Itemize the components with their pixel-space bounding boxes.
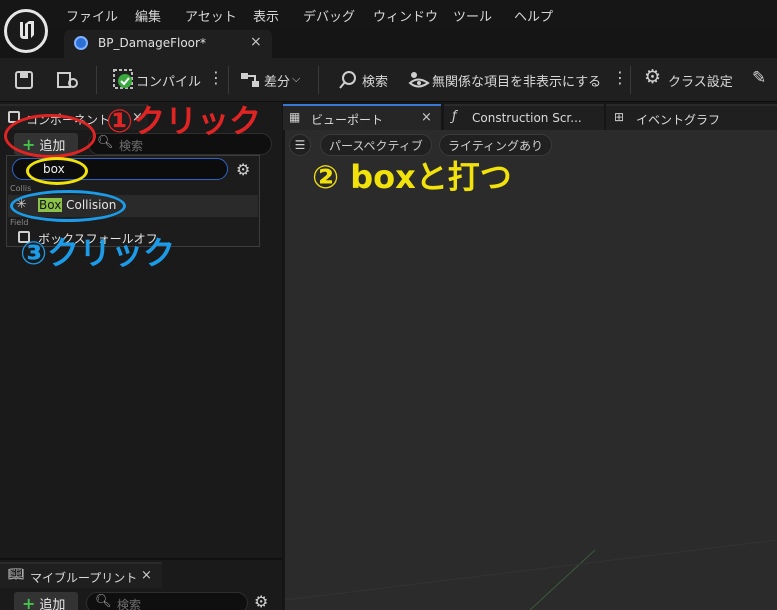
search-icon: 🔍︎ (95, 594, 112, 609)
gear-icon[interactable]: ⚙ (254, 592, 268, 610)
browse-icon[interactable] (56, 70, 80, 90)
class-settings-button[interactable]: クラス設定 (668, 71, 733, 90)
step3-annotation: ③クリック (20, 234, 176, 272)
menu-file[interactable]: ファイル (66, 6, 118, 25)
diff-button[interactable]: 差分 (264, 71, 290, 90)
step2-highlight-ring (26, 157, 88, 185)
search-placeholder: 検索 (117, 598, 142, 610)
hide-unrelated-icon[interactable] (408, 70, 430, 90)
event-graph-tab-label: イベントグラフ (636, 113, 721, 127)
blueprint-icon (74, 36, 88, 50)
unreal-logo-icon[interactable] (4, 9, 48, 53)
gear-icon[interactable]: ⚙ (644, 66, 661, 88)
step1-highlight-ring (4, 114, 96, 158)
construction-script-tab[interactable]: ƒ Construction Scr... (444, 104, 604, 130)
step3-highlight-ring (10, 190, 126, 222)
viewport-tab-label: ビューポート (311, 113, 384, 127)
menu-view[interactable]: 表示 (253, 6, 279, 25)
construction-script-tab-label: Construction Scr... (472, 111, 582, 125)
close-icon[interactable]: × (141, 568, 152, 583)
toolbar-divider (318, 66, 319, 94)
category-field: Field (10, 218, 29, 227)
event-graph-tab[interactable]: ⊞ イベントグラフ (606, 104, 777, 130)
viewport-tab[interactable]: ▦ ビューポート × (283, 104, 441, 130)
step1-annotation: ①クリック (106, 102, 262, 140)
document-tab[interactable]: BP_DamageFloor* × (64, 30, 272, 58)
more-options-icon[interactable]: ⋮ (612, 68, 628, 87)
menu-edit[interactable]: 編集 (135, 6, 161, 25)
my-blueprint-tab-label: マイブループリント (30, 571, 138, 585)
plus-icon: + (22, 593, 36, 610)
menu-asset[interactable]: アセット (185, 6, 237, 25)
close-icon[interactable]: × (421, 110, 432, 125)
add-label: 追加 (39, 597, 66, 610)
menu-window[interactable]: ウィンドウ (373, 6, 438, 25)
class-defaults-icon[interactable]: ✎ (752, 68, 766, 88)
gear-icon[interactable]: ⚙ (236, 160, 250, 179)
save-icon[interactable] (14, 70, 34, 90)
add-variable-button[interactable]: + 追加 (14, 592, 78, 610)
hide-unrelated-button[interactable]: 無関係な項目を非表示にする (432, 71, 601, 90)
hamburger-menu-icon[interactable]: ☰ (289, 134, 311, 156)
my-blueprint-search-input[interactable]: 🔍︎ 検索 (86, 592, 248, 610)
menu-debug[interactable]: デバッグ (303, 6, 355, 25)
viewport-grid (285, 539, 777, 610)
toolbar-divider (96, 66, 97, 94)
toolbar-divider (228, 66, 229, 94)
chevron-down-icon[interactable]: ⌵ (292, 72, 300, 86)
search-icon[interactable] (338, 70, 358, 90)
my-blueprint-tab[interactable]: 📖︎ マイブループリント × (0, 562, 162, 588)
book-icon: 📖︎ (8, 567, 25, 582)
graph-icon: ⊞ (614, 110, 625, 124)
compile-options-icon[interactable]: ⋮ (208, 68, 224, 87)
step2-annotation: ② boxと打つ (312, 158, 512, 196)
toolbar-divider (630, 66, 631, 94)
document-tab-label: BP_DamageFloor* (98, 36, 206, 50)
search-button[interactable]: 検索 (362, 71, 388, 90)
menu-help[interactable]: ヘルプ (514, 6, 553, 25)
compile-icon[interactable] (112, 68, 134, 90)
viewport-icon: ▦ (289, 110, 301, 124)
menu-tools[interactable]: ツール (453, 6, 492, 25)
category-collision: Collis (10, 184, 32, 193)
diff-icon[interactable] (240, 70, 262, 90)
compile-button[interactable]: コンパイル (136, 71, 201, 90)
close-icon[interactable]: × (250, 34, 262, 50)
function-icon: ƒ (452, 109, 457, 124)
